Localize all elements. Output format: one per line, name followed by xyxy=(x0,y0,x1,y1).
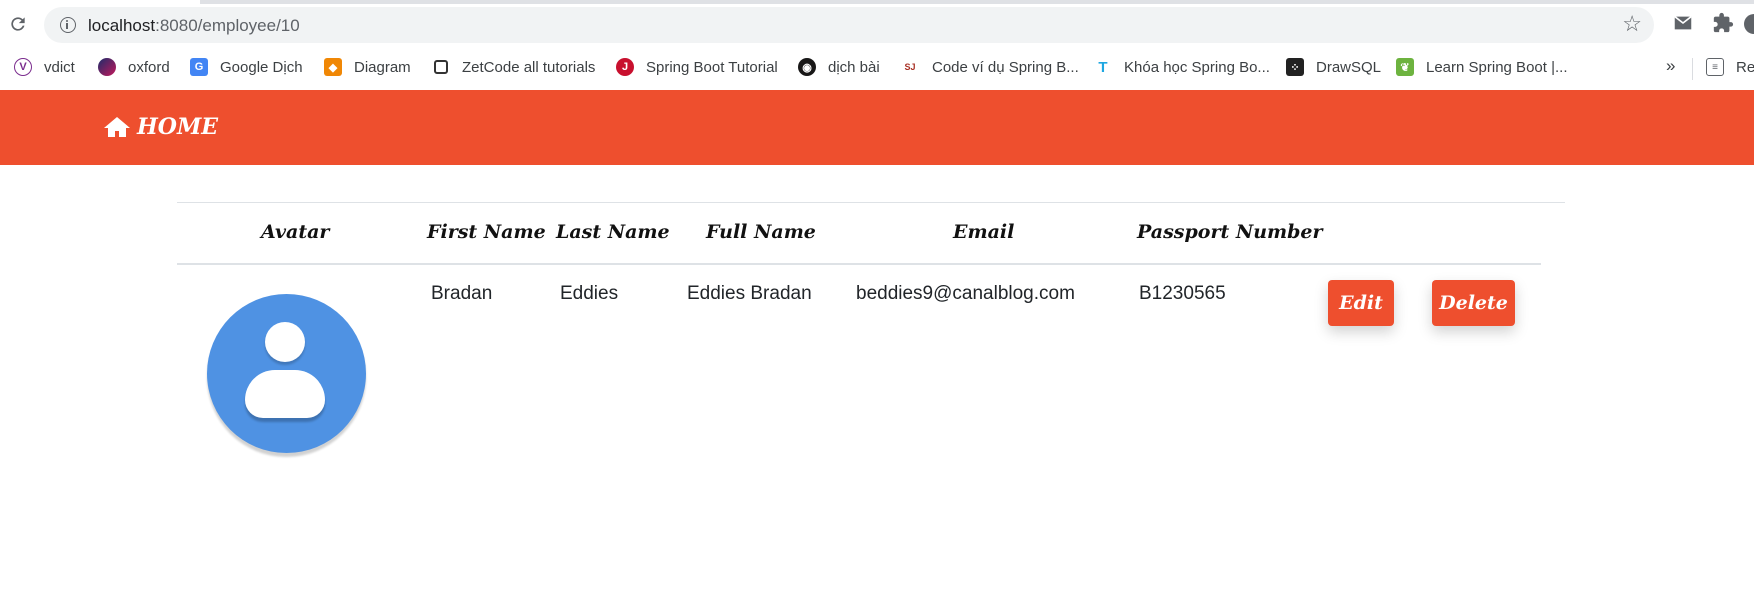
more-bookmarks-chevron-icon[interactable]: » xyxy=(1666,56,1675,76)
bookmark-label: Code ví dụ Spring B... xyxy=(932,58,1079,76)
bookmark-google-dich[interactable]: G Google Dịch xyxy=(190,56,303,78)
bookmarks-bar: V vdict oxford G Google Dịch ◆ Diagram Z… xyxy=(0,46,1754,90)
header-last-name: Last Name xyxy=(556,221,670,243)
header-email: Email xyxy=(953,221,1015,243)
home-label: HOME xyxy=(137,114,219,140)
zetcode-icon xyxy=(434,60,448,74)
header-full-name: Full Name xyxy=(706,221,816,243)
home-icon xyxy=(104,117,130,137)
tab-strip xyxy=(200,0,1754,4)
bookmark-label: Diagram xyxy=(354,58,411,76)
course-icon: T xyxy=(1094,58,1112,76)
header-first-name: First Name xyxy=(427,221,546,243)
spring-boot-tutorial-icon: J xyxy=(616,58,634,76)
reload-icon[interactable] xyxy=(8,14,28,34)
drawsql-icon: ⁘ xyxy=(1286,58,1304,76)
profile-avatar-icon[interactable] xyxy=(1744,14,1754,34)
bookmark-khoa-hoc[interactable]: T Khóa học Spring Bo... xyxy=(1094,56,1270,78)
bookmark-label: oxford xyxy=(128,58,170,76)
bookmark-label: ZetCode all tutorials xyxy=(462,58,596,76)
navbar: HOME xyxy=(0,90,1754,165)
sj-icon: SJ xyxy=(900,58,920,76)
avatar xyxy=(207,294,366,453)
table-top-border xyxy=(177,202,1565,203)
url-text[interactable]: localhost:8080/employee/10 xyxy=(88,16,300,36)
bookmark-label: Spring Boot Tutorial xyxy=(646,58,778,76)
bookmark-learn-spring-boot[interactable]: ❦ Learn Spring Boot |... xyxy=(1396,56,1567,78)
bookmark-oxford[interactable]: oxford xyxy=(98,56,170,78)
extensions-puzzle-icon[interactable] xyxy=(1712,12,1734,34)
bookmark-drawsql[interactable]: ⁘ DrawSQL xyxy=(1286,56,1381,78)
bookmark-label: Google Dịch xyxy=(220,58,303,76)
bookmark-star-icon[interactable]: ☆ xyxy=(1622,13,1642,35)
cell-full-name: Eddies Bradan xyxy=(687,283,812,304)
bookmarks-divider xyxy=(1692,58,1693,80)
github-icon: ◉ xyxy=(798,58,816,76)
google-translate-icon: G xyxy=(190,58,208,76)
leaf-icon: ❦ xyxy=(1396,58,1414,76)
reading-list-icon: ≡ xyxy=(1706,58,1724,76)
bookmark-code-vi-du[interactable]: SJ Code ví dụ Spring B... xyxy=(900,56,1079,78)
bookmark-dich-bai[interactable]: ◉ dịch bài xyxy=(798,56,880,78)
header-passport-number: Passport Number xyxy=(1137,221,1323,243)
diagram-icon: ◆ xyxy=(324,58,342,76)
bookmark-label: DrawSQL xyxy=(1316,58,1382,76)
bookmark-spring-boot-tutorial[interactable]: J Spring Boot Tutorial xyxy=(616,56,778,78)
bookmark-label: Learn Spring Boot |... xyxy=(1426,58,1568,76)
cell-passport: B1230565 xyxy=(1139,283,1226,304)
cell-last-name: Eddies xyxy=(560,283,619,304)
delete-button[interactable]: Delete xyxy=(1432,280,1515,326)
bookmark-vdict[interactable]: V vdict xyxy=(14,56,75,78)
bookmark-diagram[interactable]: ◆ Diagram xyxy=(324,56,411,78)
header-avatar: Avatar xyxy=(261,221,330,243)
edit-button[interactable]: Edit xyxy=(1328,280,1394,326)
cell-first-name: Bradan xyxy=(431,283,493,304)
table-header-border xyxy=(177,263,1541,265)
avatar-body xyxy=(245,370,325,418)
reading-list[interactable]: ≡ Re xyxy=(1706,56,1754,78)
vdict-icon: V xyxy=(14,58,32,76)
mail-icon[interactable] xyxy=(1672,12,1694,34)
reading-list-label: Re xyxy=(1736,58,1754,76)
avatar-head xyxy=(265,322,305,362)
bookmark-label: Khóa học Spring Bo... xyxy=(1124,58,1270,76)
cell-email: beddies9@canalblog.com xyxy=(856,283,1075,304)
site-info-icon[interactable] xyxy=(60,17,76,33)
oxford-icon xyxy=(98,58,116,76)
home-link[interactable]: HOME xyxy=(103,114,218,140)
bookmark-label: dịch bài xyxy=(828,58,880,76)
address-bar[interactable]: localhost:8080/employee/10 ☆ xyxy=(44,7,1654,43)
browser-toolbar: localhost:8080/employee/10 ☆ xyxy=(0,0,1754,46)
bookmark-zetcode[interactable]: ZetCode all tutorials xyxy=(432,56,595,78)
bookmark-label: vdict xyxy=(44,58,75,76)
